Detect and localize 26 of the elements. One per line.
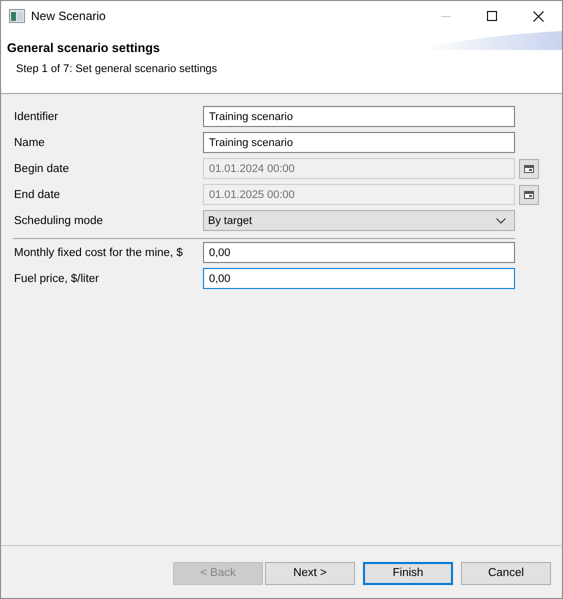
text-field[interactable]: Training scenario bbox=[203, 106, 515, 127]
dialog-button[interactable]: Finish bbox=[363, 562, 453, 584]
maximize-icon[interactable] bbox=[487, 11, 497, 21]
window-title: New Scenario bbox=[31, 9, 106, 23]
field-label: Identifier bbox=[14, 110, 60, 122]
page-subtitle: Step 1 of 7: Set general scenario settings bbox=[15, 62, 218, 75]
text-field[interactable]: 0,00 bbox=[203, 268, 515, 289]
calendar-icon bbox=[524, 164, 534, 172]
field-label: Monthly fixed cost for the mine, $ bbox=[14, 246, 184, 258]
app-icon bbox=[9, 9, 25, 23]
dialog-button[interactable]: Next > bbox=[265, 562, 355, 584]
field-label: Begin date bbox=[14, 162, 70, 174]
field-label: Name bbox=[14, 136, 46, 148]
text-field[interactable]: 0,00 bbox=[203, 242, 515, 263]
field-label: End date bbox=[14, 188, 62, 200]
dropdown[interactable]: By target bbox=[203, 210, 515, 231]
text-field[interactable]: Training scenario bbox=[203, 132, 515, 153]
field-label: Scheduling mode bbox=[14, 214, 104, 226]
calendar-button[interactable] bbox=[519, 184, 539, 204]
field-label: Fuel price, $/liter bbox=[14, 272, 100, 284]
calendar-button[interactable] bbox=[519, 158, 539, 178]
calendar-icon bbox=[524, 190, 534, 198]
dialog-button[interactable]: Cancel bbox=[461, 562, 551, 584]
chevron-down-icon bbox=[496, 218, 506, 224]
page-title: General scenario settings bbox=[7, 40, 160, 55]
close-icon[interactable] bbox=[533, 10, 544, 22]
